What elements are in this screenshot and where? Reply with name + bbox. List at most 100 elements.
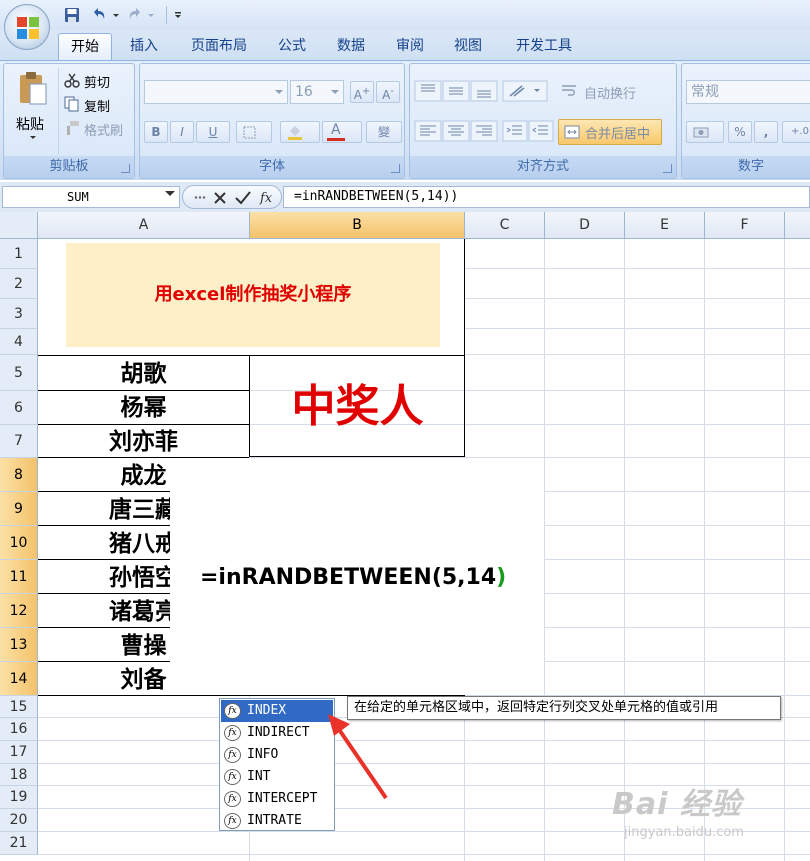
copy-icon — [64, 96, 79, 112]
increase-decimal-button[interactable]: +.0 — [782, 121, 810, 143]
comma-button[interactable]: , — [754, 121, 778, 143]
vertical-align-icons[interactable] — [414, 80, 498, 102]
row-header-9[interactable]: 9 — [0, 492, 38, 526]
name-cell[interactable]: 胡歌 — [38, 357, 249, 391]
row-header-19[interactable]: 19 — [0, 786, 38, 809]
save-icon[interactable] — [64, 6, 80, 24]
tab-review[interactable]: 审阅 — [387, 33, 433, 60]
row-header-17[interactable]: 17 — [0, 741, 38, 764]
row-header-2[interactable]: 2 — [0, 269, 38, 299]
tab-home[interactable]: 开始 — [58, 33, 112, 60]
redo-icon[interactable] — [126, 6, 144, 24]
autocomplete-item-intercept[interactable]: fx INTERCEPT — [221, 788, 333, 810]
name-box-dropdown-icon[interactable] — [165, 191, 175, 196]
row-header-4[interactable]: 4 — [0, 329, 38, 355]
merge-center-button[interactable]: 合并后居中 — [558, 119, 662, 145]
font-launcher-icon[interactable] — [391, 164, 400, 173]
column-header-a[interactable]: A — [38, 212, 250, 239]
cancel-icon[interactable] — [213, 191, 227, 205]
row-header-3[interactable]: 3 — [0, 299, 38, 329]
undo-icon[interactable] — [90, 6, 108, 24]
worksheet-grid[interactable]: A B C D E F 1 2 3 4 5 6 7 8 9 10 11 12 1… — [0, 212, 810, 861]
shrink-font-button[interactable]: A- — [376, 81, 400, 103]
autocomplete-item-index[interactable]: fx INDEX — [221, 700, 333, 722]
cell-edit-text[interactable]: =inRANDBETWEEN(5,14) — [200, 565, 506, 590]
function-icon: fx — [224, 725, 241, 741]
orientation-icon[interactable] — [502, 80, 548, 102]
merge-center-label: 合并后居中 — [585, 127, 651, 142]
bold-button[interactable]: B — [144, 121, 168, 143]
row-header-16[interactable]: 16 — [0, 718, 38, 741]
tab-view[interactable]: 视图 — [445, 33, 491, 60]
phonetic-button[interactable]: 變 — [366, 121, 402, 143]
autocomplete-item-info[interactable]: fx INFO — [221, 744, 333, 766]
name-box[interactable]: SUM — [2, 186, 180, 208]
fill-color-button[interactable] — [280, 121, 320, 143]
tab-developer[interactable]: 开发工具 — [505, 33, 583, 60]
font-size-value: 16 — [295, 84, 313, 100]
tab-page-layout[interactable]: 页面布局 — [180, 33, 258, 60]
function-autocomplete-list[interactable]: fx INDEX fx INDIRECT fx INFO fx INT fx INTERC… — [219, 698, 335, 831]
formula-buttons: fx — [182, 185, 282, 209]
indent-icons[interactable] — [502, 120, 554, 142]
row-header-18[interactable]: 18 — [0, 764, 38, 786]
column-header-c[interactable]: C — [465, 212, 545, 239]
select-all-corner[interactable] — [0, 212, 38, 239]
percent-button[interactable]: % — [728, 121, 752, 143]
column-header-b[interactable]: B — [250, 212, 465, 239]
alignment-launcher-icon[interactable] — [663, 164, 672, 173]
row-header-20[interactable]: 20 — [0, 809, 38, 832]
grow-font-button[interactable]: A+ — [350, 81, 374, 103]
horizontal-align-icons[interactable] — [414, 120, 498, 142]
title-bar — [0, 0, 810, 50]
underline-button[interactable]: U — [196, 121, 230, 143]
enter-icon[interactable] — [235, 190, 251, 205]
copy-button[interactable]: 复制 — [84, 96, 110, 115]
customize-icon[interactable] — [172, 6, 184, 24]
row-header-11[interactable]: 11 — [0, 560, 38, 594]
font-color-button[interactable]: A — [322, 121, 362, 143]
undo-dropdown-icon[interactable] — [111, 6, 121, 24]
name-cell[interactable]: 杨幂 — [38, 391, 249, 425]
row-header-13[interactable]: 13 — [0, 628, 38, 662]
column-header-e[interactable]: E — [625, 212, 705, 239]
tab-insert[interactable]: 插入 — [120, 33, 168, 60]
font-size-combo[interactable]: 16 — [290, 80, 344, 104]
currency-button[interactable] — [686, 121, 724, 143]
row-header-10[interactable]: 10 — [0, 526, 38, 560]
column-header-f[interactable]: F — [705, 212, 785, 239]
row-header-21[interactable]: 21 — [0, 832, 38, 855]
row-header-15[interactable]: 15 — [0, 696, 38, 718]
cell-formula-text: =inRANDBETWEEN(5,14 — [200, 565, 497, 590]
row-header-6[interactable]: 6 — [0, 391, 38, 425]
border-button[interactable] — [236, 121, 272, 143]
column-header-g[interactable] — [785, 212, 810, 239]
format-painter-button[interactable]: 格式刷 — [84, 120, 123, 139]
cut-button[interactable]: 剪切 — [84, 72, 110, 91]
row-header-12[interactable]: 12 — [0, 594, 38, 628]
winner-label[interactable]: 中奖人 — [250, 356, 465, 457]
number-format-combo[interactable]: 常规 — [686, 80, 810, 104]
tab-data[interactable]: 数据 — [328, 33, 374, 60]
italic-button[interactable]: I — [170, 121, 194, 143]
clipboard-launcher-icon[interactable] — [121, 164, 130, 173]
tab-formulas[interactable]: 公式 — [270, 33, 314, 60]
column-header-d[interactable]: D — [545, 212, 625, 239]
row-header-14[interactable]: 14 — [0, 662, 38, 696]
redo-dropdown-icon[interactable] — [146, 6, 156, 24]
office-button[interactable] — [4, 4, 50, 50]
paste-button[interactable]: 粘贴 — [16, 114, 44, 134]
autocomplete-item-int[interactable]: fx INT — [221, 766, 333, 788]
row-header-7[interactable]: 7 — [0, 425, 38, 458]
row-header-5[interactable]: 5 — [0, 355, 38, 391]
name-cell[interactable]: 刘亦菲 — [38, 425, 249, 459]
formula-input[interactable]: =inRANDBETWEEN(5,14)) — [283, 186, 810, 208]
row-header-8[interactable]: 8 — [0, 458, 38, 492]
wrap-text-button[interactable]: 自动换行 — [584, 83, 636, 102]
autocomplete-item-intrate[interactable]: fx INTRATE — [221, 810, 333, 832]
font-name-combo[interactable] — [144, 80, 288, 104]
formula-options-icon[interactable] — [193, 191, 207, 204]
row-header-1[interactable]: 1 — [0, 239, 38, 269]
insert-function-icon[interactable]: fx — [259, 189, 277, 206]
autocomplete-item-indirect[interactable]: fx INDIRECT — [221, 722, 333, 744]
